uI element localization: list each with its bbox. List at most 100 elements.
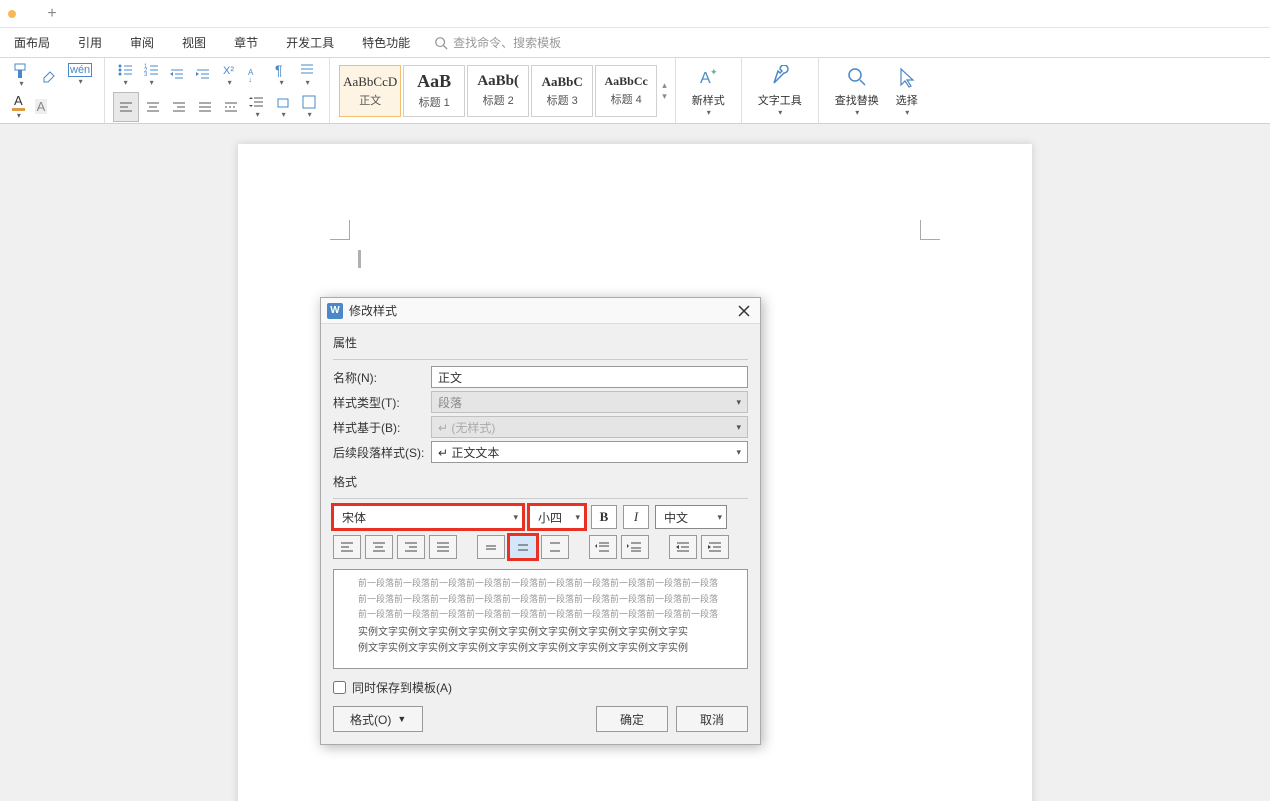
sb-dec-icon: [595, 540, 611, 554]
align-left-icon: [339, 540, 355, 554]
bullets-icon: [117, 62, 133, 78]
name-label: 名称(N):: [333, 369, 431, 386]
bullets-button[interactable]: ▾: [113, 60, 137, 90]
align-center-button[interactable]: [141, 92, 165, 122]
dlg-indent-dec[interactable]: [669, 535, 697, 559]
format-menu-button[interactable]: 格式(O)▼: [333, 706, 423, 732]
highlight-button[interactable]: A: [31, 92, 52, 122]
select-button[interactable]: 选择▾: [887, 61, 927, 121]
dlg-linespace-1[interactable]: [477, 535, 505, 559]
phonetic-guide-button[interactable]: wén▾: [64, 60, 96, 90]
dlg-space-before-inc[interactable]: [621, 535, 649, 559]
save-template-label[interactable]: 同时保存到模板(A): [352, 679, 452, 696]
basedon-label: 样式基于(B):: [333, 419, 431, 436]
numbering-button[interactable]: 123▾: [139, 60, 163, 90]
dlg-space-before-dec[interactable]: [589, 535, 617, 559]
select-label: 选择: [896, 92, 918, 108]
menu-view[interactable]: 视图: [168, 28, 220, 57]
bold-button[interactable]: B: [591, 505, 617, 529]
font-color-button[interactable]: A▾: [8, 92, 29, 122]
style-heading3[interactable]: AaBbC 标题 3: [531, 65, 593, 117]
find-replace-label: 查找替换: [835, 92, 879, 108]
menu-layout[interactable]: 面布局: [0, 28, 64, 57]
text-tools-label: 文字工具: [758, 92, 802, 108]
italic-button[interactable]: I: [623, 505, 649, 529]
tabs-button[interactable]: ▾: [295, 60, 319, 90]
dlg-linespace-2[interactable]: [541, 535, 569, 559]
distribute-button[interactable]: [219, 92, 243, 122]
cancel-button[interactable]: 取消: [676, 706, 748, 732]
gallery-scroll-down[interactable]: ▾: [662, 91, 667, 102]
ribbon-group-format: ▾ wén▾ A▾ A: [0, 58, 105, 123]
dlg-align-left[interactable]: [333, 535, 361, 559]
magnifier-icon: [845, 65, 869, 92]
find-replace-button[interactable]: 查找替换▾: [827, 61, 887, 121]
align-justify-button[interactable]: [193, 92, 217, 122]
style-heading4[interactable]: AaBbCc 标题 4: [595, 65, 657, 117]
text-direction-button[interactable]: X²▾: [217, 60, 241, 90]
dlg-linespace-15[interactable]: [509, 535, 537, 559]
dlg-indent-inc[interactable]: [701, 535, 729, 559]
style-heading1[interactable]: AaB 标题 1: [403, 65, 465, 117]
marks-button[interactable]: ¶▾: [269, 60, 293, 90]
menu-chapters[interactable]: 章节: [220, 28, 272, 57]
align-left-icon: [118, 99, 134, 115]
text-tools-button[interactable]: 文字工具▾: [750, 61, 810, 121]
font-family-select[interactable]: 宋体▾: [333, 505, 523, 529]
chevron-down-icon: ▾: [569, 512, 580, 523]
svg-text:✦: ✦: [710, 67, 718, 77]
format-painter-button[interactable]: ▾: [8, 60, 34, 90]
next-label: 后续段落样式(S):: [333, 444, 431, 461]
indent-inc-icon: [707, 540, 723, 554]
increase-indent-button[interactable]: [191, 60, 215, 90]
tab-icon: [299, 62, 315, 78]
dialog-titlebar[interactable]: W 修改样式: [321, 298, 760, 324]
borders-button[interactable]: ▾: [297, 92, 321, 122]
name-input[interactable]: 正文: [431, 366, 748, 388]
align-right-button[interactable]: [167, 92, 191, 122]
save-template-checkbox[interactable]: [333, 681, 346, 694]
new-style-icon: A✦: [696, 65, 720, 92]
menu-review[interactable]: 审阅: [116, 28, 168, 57]
row-name: 名称(N): 正文: [333, 366, 748, 388]
new-style-button[interactable]: A✦ 新样式▾: [684, 61, 733, 121]
next-select[interactable]: ↵ 正文文本▾: [431, 441, 748, 463]
sort-icon: A↓: [247, 67, 263, 83]
lang-select[interactable]: 中文▾: [655, 505, 727, 529]
modify-style-dialog: W 修改样式 属性 名称(N): 正文 样式类型(T): 段落▾ 样式基于(B)…: [320, 297, 761, 745]
close-button[interactable]: [734, 301, 754, 321]
wrench-icon: [768, 65, 792, 92]
chevron-down-icon: ▾: [736, 422, 741, 433]
dlg-align-right[interactable]: [397, 535, 425, 559]
clear-format-button[interactable]: [36, 60, 62, 90]
menu-special[interactable]: 特色功能: [348, 28, 424, 57]
tab-bar: +: [0, 0, 1270, 28]
ribbon-group-paragraph: ▾ 123▾ X²▾ A↓ ¶▾ ▾ ▾ ▾ ▾: [105, 58, 330, 123]
search-placeholder: 查找命令、搜索模板: [453, 34, 561, 51]
decrease-indent-button[interactable]: [165, 60, 189, 90]
preview-sample-line: 实例文字实例文字实例文字实例文字实例文字实例文字实例文字实例文字实: [358, 625, 723, 641]
ok-button[interactable]: 确定: [596, 706, 668, 732]
font-size-select[interactable]: 小四▾: [529, 505, 585, 529]
window-indicator-dot: [8, 10, 16, 18]
search-icon: [434, 36, 448, 50]
new-tab-button[interactable]: +: [44, 6, 60, 22]
dlg-align-justify[interactable]: [429, 535, 457, 559]
menu-devtools[interactable]: 开发工具: [272, 28, 348, 57]
command-search[interactable]: 查找命令、搜索模板: [434, 34, 561, 51]
menu-references[interactable]: 引用: [64, 28, 116, 57]
align-left-button[interactable]: [113, 92, 139, 122]
style-heading2[interactable]: AaBb( 标题 2: [467, 65, 529, 117]
shading-button[interactable]: ▾: [271, 92, 295, 122]
distribute-icon: [223, 99, 239, 115]
line-spacing-button[interactable]: ▾: [245, 92, 269, 122]
sort-button[interactable]: A↓: [243, 60, 267, 90]
gallery-scroll-up[interactable]: ▴: [662, 80, 667, 91]
dialog-footer: 格式(O)▼ 确定 取消: [333, 706, 748, 732]
border-icon: [301, 94, 317, 110]
type-select: 段落▾: [431, 391, 748, 413]
ribbon-group-texttools: 文字工具▾: [742, 58, 819, 123]
dlg-align-center[interactable]: [365, 535, 393, 559]
style-normal[interactable]: AaBbCcD 正文: [339, 65, 401, 117]
align-center-icon: [371, 540, 387, 554]
